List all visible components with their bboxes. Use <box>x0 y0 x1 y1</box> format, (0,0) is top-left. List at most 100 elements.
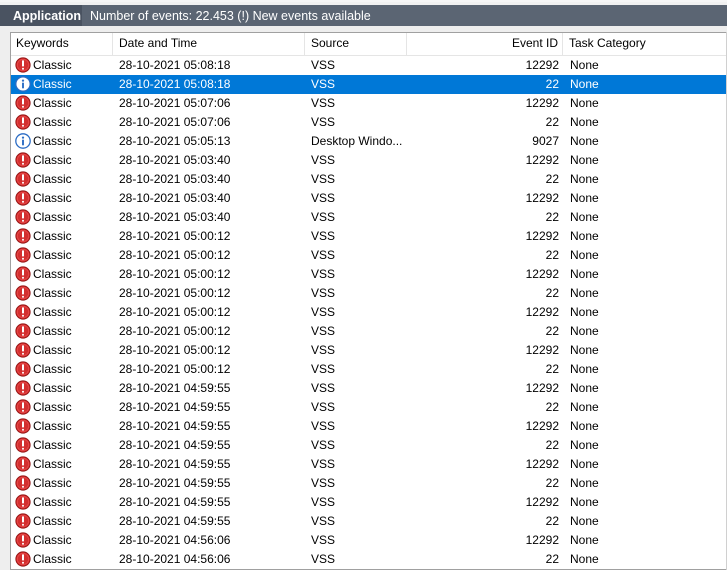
source-cell: VSS <box>311 96 336 110</box>
table-row[interactable]: Classic 28-10-2021 04:59:55 VSS 12292 None <box>11 493 727 512</box>
date-time-cell: 28-10-2021 04:59:55 <box>119 438 231 452</box>
column-header-task-category[interactable]: Task Category <box>563 33 727 55</box>
source-cell: VSS <box>311 343 336 357</box>
table-row[interactable]: Classic 28-10-2021 05:00:12 VSS 12292 None <box>11 227 727 246</box>
task-category-cell: None <box>570 495 599 509</box>
keyword-cell: Classic <box>33 514 72 528</box>
event-id-cell: 12292 <box>525 533 559 547</box>
error-icon <box>15 551 31 568</box>
date-time-cell: 28-10-2021 04:59:55 <box>119 476 231 490</box>
table-row[interactable]: Classic 28-10-2021 05:07:06 VSS 22 None <box>11 113 727 132</box>
table-row[interactable]: Classic 28-10-2021 04:56:06 VSS 22 None <box>11 550 727 569</box>
table-row[interactable]: Classic 28-10-2021 04:59:55 VSS 22 None <box>11 398 727 417</box>
table-row[interactable]: Classic 28-10-2021 05:03:40 VSS 22 None <box>11 170 727 189</box>
task-category-cell: None <box>570 324 599 338</box>
event-id-cell: 22 <box>545 77 559 91</box>
error-icon <box>15 494 31 511</box>
task-category-cell: None <box>570 77 599 91</box>
source-cell: VSS <box>311 172 336 186</box>
keyword-cell: Classic <box>33 324 72 338</box>
date-time-cell: 28-10-2021 05:03:40 <box>119 172 231 186</box>
column-header-date-time[interactable]: Date and Time <box>113 33 305 55</box>
error-icon <box>15 285 31 302</box>
table-row[interactable]: Classic 28-10-2021 05:00:12 VSS 22 None <box>11 360 727 379</box>
task-category-cell: None <box>570 362 599 376</box>
source-cell: VSS <box>311 400 336 414</box>
table-row[interactable]: Classic 28-10-2021 04:59:55 VSS 22 None <box>11 436 727 455</box>
source-cell: VSS <box>311 210 336 224</box>
task-category-cell: None <box>570 153 599 167</box>
error-icon <box>15 304 31 321</box>
task-category-cell: None <box>570 229 599 243</box>
table-row[interactable]: Classic 28-10-2021 05:08:18 VSS 22 None <box>11 75 727 94</box>
event-id-cell: 12292 <box>525 267 559 281</box>
source-cell: VSS <box>311 438 336 452</box>
table-row[interactable]: Classic 28-10-2021 04:56:06 VSS 12292 None <box>11 531 727 550</box>
task-category-cell: None <box>570 476 599 490</box>
date-time-cell: 28-10-2021 05:00:12 <box>119 267 231 281</box>
table-row[interactable]: Classic 28-10-2021 05:08:18 VSS 12292 None <box>11 56 727 75</box>
table-row[interactable]: Classic 28-10-2021 05:00:12 VSS 22 None <box>11 246 727 265</box>
table-row[interactable]: Classic 28-10-2021 05:00:12 VSS 22 None <box>11 284 727 303</box>
keyword-cell: Classic <box>33 248 72 262</box>
date-time-cell: 28-10-2021 05:00:12 <box>119 248 231 262</box>
error-icon <box>15 456 31 473</box>
keyword-cell: Classic <box>33 210 72 224</box>
table-row[interactable]: Classic 28-10-2021 04:59:55 VSS 22 None <box>11 512 727 531</box>
table-row[interactable]: Classic 28-10-2021 05:00:12 VSS 12292 None <box>11 341 727 360</box>
keyword-cell: Classic <box>33 229 72 243</box>
source-cell: VSS <box>311 419 336 433</box>
table-row[interactable]: Classic 28-10-2021 04:59:55 VSS 12292 None <box>11 417 727 436</box>
table-row[interactable]: Classic 28-10-2021 05:03:40 VSS 22 None <box>11 208 727 227</box>
keyword-cell: Classic <box>33 153 72 167</box>
error-icon <box>15 190 31 207</box>
table-row[interactable]: Classic 28-10-2021 04:59:55 VSS 22 None <box>11 474 727 493</box>
keyword-cell: Classic <box>33 96 72 110</box>
task-category-cell: None <box>570 172 599 186</box>
date-time-cell: 28-10-2021 04:56:06 <box>119 552 231 566</box>
table-row[interactable]: Classic 28-10-2021 05:05:13 Desktop Windo.… <box>11 132 727 151</box>
task-category-cell: None <box>570 58 599 72</box>
keyword-cell: Classic <box>33 400 72 414</box>
event-id-cell: 12292 <box>525 305 559 319</box>
info-icon <box>15 76 31 93</box>
error-icon <box>15 437 31 454</box>
event-id-cell: 12292 <box>525 419 559 433</box>
table-row[interactable]: Classic 28-10-2021 05:03:40 VSS 12292 None <box>11 189 727 208</box>
column-header-keywords[interactable]: Keywords <box>11 33 113 55</box>
error-icon <box>15 228 31 245</box>
table-row[interactable]: Classic 28-10-2021 04:59:55 VSS 12292 None <box>11 455 727 474</box>
table-row[interactable]: Classic 28-10-2021 05:00:12 VSS 12292 None <box>11 265 727 284</box>
events-list-view[interactable]: Keywords Date and Time Source Event ID T… <box>10 32 727 570</box>
keyword-cell: Classic <box>33 172 72 186</box>
event-id-cell: 22 <box>545 324 559 338</box>
table-row[interactable]: Classic 28-10-2021 05:00:12 VSS 22 None <box>11 322 727 341</box>
keyword-cell: Classic <box>33 77 72 91</box>
task-category-cell: None <box>570 381 599 395</box>
column-header-event-id[interactable]: Event ID <box>407 33 563 55</box>
task-category-cell: None <box>570 343 599 357</box>
date-time-cell: 28-10-2021 04:59:55 <box>119 495 231 509</box>
event-id-cell: 22 <box>545 552 559 566</box>
table-row[interactable]: Classic 28-10-2021 05:07:06 VSS 12292 None <box>11 94 727 113</box>
error-icon <box>15 152 31 169</box>
task-category-cell: None <box>570 286 599 300</box>
task-category-cell: None <box>570 438 599 452</box>
date-time-cell: 28-10-2021 05:00:12 <box>119 229 231 243</box>
date-time-cell: 28-10-2021 05:03:40 <box>119 210 231 224</box>
table-row[interactable]: Classic 28-10-2021 05:00:12 VSS 12292 None <box>11 303 727 322</box>
source-cell: VSS <box>311 229 336 243</box>
date-time-cell: 28-10-2021 05:00:12 <box>119 286 231 300</box>
event-id-cell: 22 <box>545 400 559 414</box>
error-icon <box>15 342 31 359</box>
task-category-cell: None <box>570 210 599 224</box>
table-row[interactable]: Classic 28-10-2021 05:03:40 VSS 12292 None <box>11 151 727 170</box>
table-row[interactable]: Classic 28-10-2021 04:59:55 VSS 12292 None <box>11 379 727 398</box>
keyword-cell: Classic <box>33 343 72 357</box>
task-category-cell: None <box>570 191 599 205</box>
event-count-status[interactable]: Number of events: 22.453 (!) New events … <box>82 5 727 28</box>
keyword-cell: Classic <box>33 419 72 433</box>
keyword-cell: Classic <box>33 267 72 281</box>
column-header-source[interactable]: Source <box>305 33 407 55</box>
source-cell: VSS <box>311 115 336 129</box>
